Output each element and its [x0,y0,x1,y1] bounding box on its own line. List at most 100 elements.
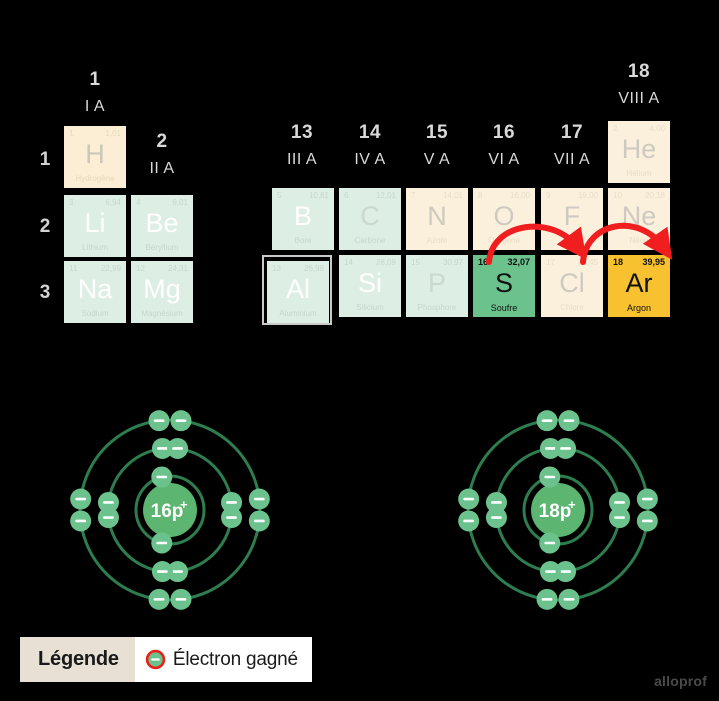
element-symbol: Mg [143,274,181,304]
element-cell-o[interactable]: 8 16,00 O Oxygène [473,188,535,250]
element-cell-mg[interactable]: 12 24,31 Mg Magnésium [131,261,193,323]
legend-entry-label: Électron gagné [172,648,298,670]
nucleus-label: 18p [539,501,572,522]
element-cell-p[interactable]: 15 30,97 P Phosphore [406,255,468,317]
electron-minus-sign [560,447,571,450]
electron-minus-sign [75,519,87,523]
element-cell-li[interactable]: 3 6,94 Li Lithium [64,195,126,257]
atomic-number: 17 [546,258,555,267]
group-header-15: 15 V A [405,123,469,170]
atomic-number: 15 [411,258,420,267]
atomic-number: 14 [344,258,353,267]
element-symbol: B [293,201,312,231]
electron-minus-sign [544,541,556,545]
electron-minus-sign [175,419,187,422]
atomic-mass: 32,07 [507,257,530,267]
group-header-1: 1 I A [63,70,127,117]
element-name: Béryllium [145,243,179,252]
element-name: Argon [626,303,652,313]
atomic-mass: 10,81 [308,191,329,200]
atom-18p: 18p+ [458,410,658,610]
element-cell-c[interactable]: 6 12,01 C Carbone [339,188,401,250]
atomic-number: 10 [613,191,622,200]
group-number: 15 [425,122,449,143]
atomic-mass: 1,01 [105,129,121,138]
element-cell-cl[interactable]: 17 35,45 Cl Chlore [541,255,603,317]
electron-minus-sign [226,516,237,519]
electron-minus-sign [491,516,502,519]
element-symbol: He [621,134,657,164]
atomic-mass: 14,01 [442,191,463,200]
group-roman: VI A [488,151,520,168]
element-name: Carbone [354,236,386,245]
electron-minus-sign [172,570,183,573]
electron-minus-sign [157,447,168,450]
element-cell-n[interactable]: 7 14,01 N Azote [406,188,468,250]
electron-minus-sign [563,419,575,422]
atomic-number: 9 [546,191,551,200]
gained-electron-icon [145,649,166,670]
period-number-1: 1 [39,149,51,170]
element-symbol: Li [84,208,106,238]
element-name: Bore [294,236,312,245]
electron-minus-sign [253,497,265,501]
atomic-mass: 20,18 [644,191,665,200]
element-cell-f[interactable]: 9 19,00 F Fluor [541,188,603,250]
element-cell-s[interactable]: 16 32,07 S Soufre [473,255,535,317]
electron-minus-sign [103,516,114,519]
atom-diagrams: 16p+ 18p+ [70,410,658,610]
electron-minus-sign [463,519,475,523]
group-roman: VIII A [618,90,660,107]
group-number: 1 [89,69,101,90]
electron-minus-sign [172,447,183,450]
electron-minus-sign [226,501,237,504]
electron-minus-sign [153,598,165,601]
element-cell-na[interactable]: 11 22,99 Na Sodium [64,261,126,323]
element-name: Oxygène [487,236,521,245]
element-name: Fluor [562,236,582,245]
element-symbol: S [494,268,513,298]
atomic-mass: 19,00 [577,191,598,200]
element-name: Soufre [490,303,518,313]
atomic-number: 16 [478,257,489,267]
element-symbol: N [427,201,447,231]
electron-minus-sign [541,598,553,601]
element-name: Silicium [356,303,384,312]
atomic-mass: 28,09 [375,258,396,267]
group-roman: III A [286,151,318,168]
nucleus-charge-superscript: + [568,497,576,512]
element-name: Hélium [626,169,652,178]
element-cell-he[interactable]: 2 4,00 He Hélium [608,121,670,183]
element-symbol: C [360,201,380,231]
atomic-number: 4 [136,198,141,207]
element-cell-h[interactable]: 1 1,01 H Hydrogène [64,126,126,188]
element-symbol: F [563,201,581,231]
group-number: 17 [560,122,584,143]
electron-minus-sign [153,419,165,422]
electron-minus-sign [563,598,575,601]
element-cell-b[interactable]: 5 10,81 B Bore [272,188,334,250]
atomic-mass: 16,00 [509,191,530,200]
electron-minus-sign [541,419,553,422]
element-cell-ne[interactable]: 10 20,18 Ne Néon [608,188,670,250]
electron-minus-sign [175,598,187,601]
period-number-3: 3 [39,282,51,303]
electron-minus-sign [560,570,571,573]
electron-minus-sign [157,570,168,573]
atom-16p: 16p+ [70,410,270,610]
atomic-mass: 22,99 [100,264,121,273]
periodic-table: 1I A 2 II A 13 III A 14 IV A 15 V A 16 VI A 17 VII A… [0,0,719,330]
atomic-mass: 35,45 [577,258,598,267]
element-cell-be[interactable]: 4 9,01 Be Béryllium [131,195,193,257]
group-header-16: 16 VI A [472,123,536,170]
electron-minus-sign [641,519,653,523]
element-cell-si[interactable]: 14 28,09 Si Silicium [339,255,401,317]
group-header-14: 14 IV A [338,123,402,170]
atomic-mass: 12,01 [375,191,396,200]
atomic-number: 11 [69,264,78,273]
element-symbol: O [493,201,515,231]
element-cell-ar[interactable]: 18 39,95 Ar Argon [608,255,670,317]
group-header-2: 2 II A [130,132,194,179]
group-header-17: 17 VII A [540,123,604,170]
atomic-mass: 39,95 [642,257,665,267]
